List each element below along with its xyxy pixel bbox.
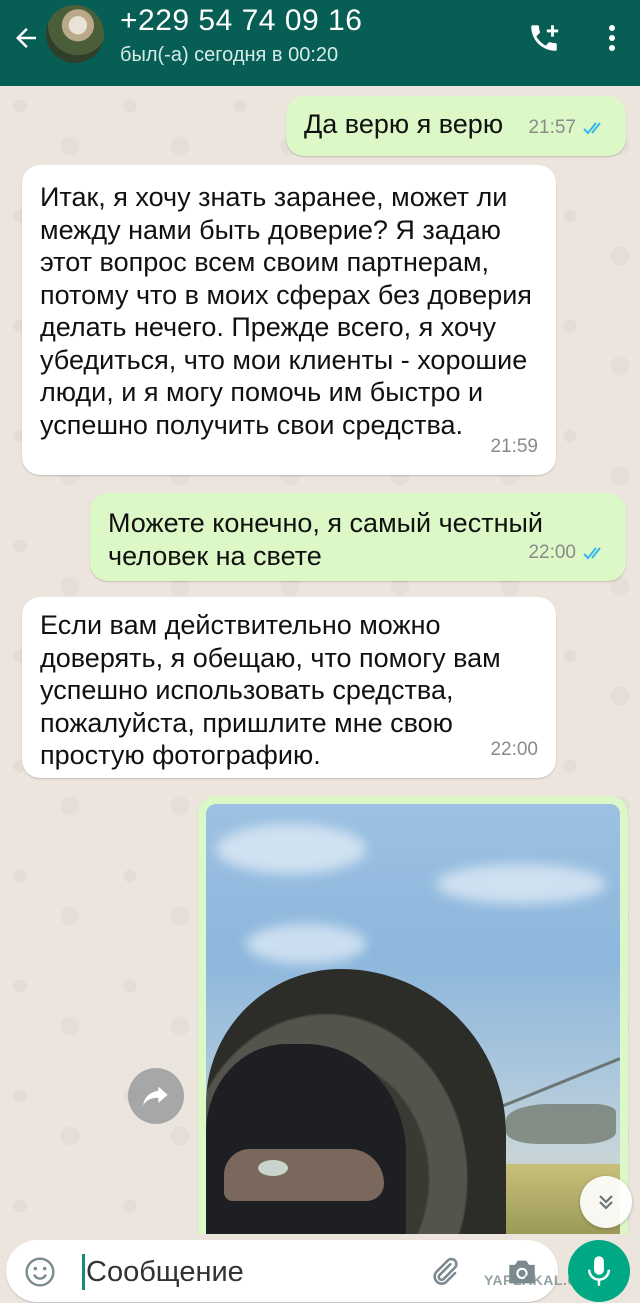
message-meta: 21:59 (490, 431, 538, 464)
photo-helicopter (506, 1104, 616, 1144)
message-text: Если вам действительно можно доверять, я… (40, 610, 501, 770)
message-bubble-outgoing[interactable]: Да верю я верю 21:57 (286, 96, 626, 156)
contact-last-seen: был(-а) сегодня в 00:20 (120, 44, 339, 66)
forward-button[interactable] (128, 1068, 184, 1124)
attach-button[interactable] (422, 1252, 466, 1292)
message-meta: 22:00 (528, 537, 608, 570)
message-bubble-outgoing[interactable]: Можете конечно, я самый честный человек … (90, 493, 626, 581)
double-check-read-icon (583, 122, 601, 135)
photo-eye (258, 1160, 288, 1176)
more-options-button[interactable] (596, 16, 628, 60)
message-time: 21:57 (528, 116, 576, 138)
voice-record-button[interactable] (568, 1240, 630, 1302)
message-input-container[interactable]: YAPLAKAL.COM (6, 1240, 601, 1302)
message-text: Да верю я верю (304, 109, 504, 139)
message-input-bar: YAPLAKAL.COM (0, 1234, 640, 1303)
avatar[interactable] (46, 5, 104, 63)
back-button[interactable] (6, 18, 46, 58)
more-vert-icon (609, 25, 615, 51)
scroll-to-bottom-button[interactable] (580, 1176, 632, 1228)
selfie-photo[interactable] (206, 804, 620, 1234)
message-input[interactable] (86, 1250, 386, 1294)
message-time: 22:00 (528, 541, 576, 563)
chat-area[interactable]: Да верю я верю 21:57 Итак, я хочу знать … (0, 86, 640, 1234)
photo-message-bubble[interactable] (198, 796, 628, 1234)
photo-face (224, 1149, 384, 1201)
message-text: Итак, я хочу знать заранее, может ли меж… (40, 182, 532, 440)
contact-name[interactable]: +229 54 74 09 16 (120, 4, 362, 38)
back-arrow-icon (16, 28, 36, 48)
message-time: 22:00 (490, 738, 538, 760)
add-call-icon (531, 25, 559, 51)
paperclip-icon (433, 1257, 458, 1285)
message-time: 21:59 (490, 435, 538, 457)
photo-cloud (246, 924, 366, 964)
message-text: Можете конечно, я самый честный человек … (108, 508, 543, 571)
message-meta: 22:00 (490, 734, 538, 767)
photo-cloud (436, 864, 606, 904)
double-chevron-down-icon (599, 1195, 613, 1210)
message-meta: 21:57 (528, 112, 608, 145)
emoji-button[interactable] (20, 1252, 60, 1292)
forward-icon (143, 1086, 168, 1106)
message-bubble-incoming[interactable]: Если вам действительно можно доверять, я… (22, 597, 556, 778)
microphone-icon (587, 1256, 611, 1286)
emoji-icon (25, 1257, 55, 1287)
double-check-read-icon (583, 547, 601, 560)
add-call-button[interactable] (522, 16, 566, 60)
message-bubble-incoming[interactable]: Итак, я хочу знать заранее, может ли меж… (22, 165, 556, 475)
photo-cloud (216, 824, 366, 874)
chat-header: +229 54 74 09 16 был(-а) сегодня в 00:20 (0, 0, 640, 86)
text-cursor (82, 1254, 85, 1290)
